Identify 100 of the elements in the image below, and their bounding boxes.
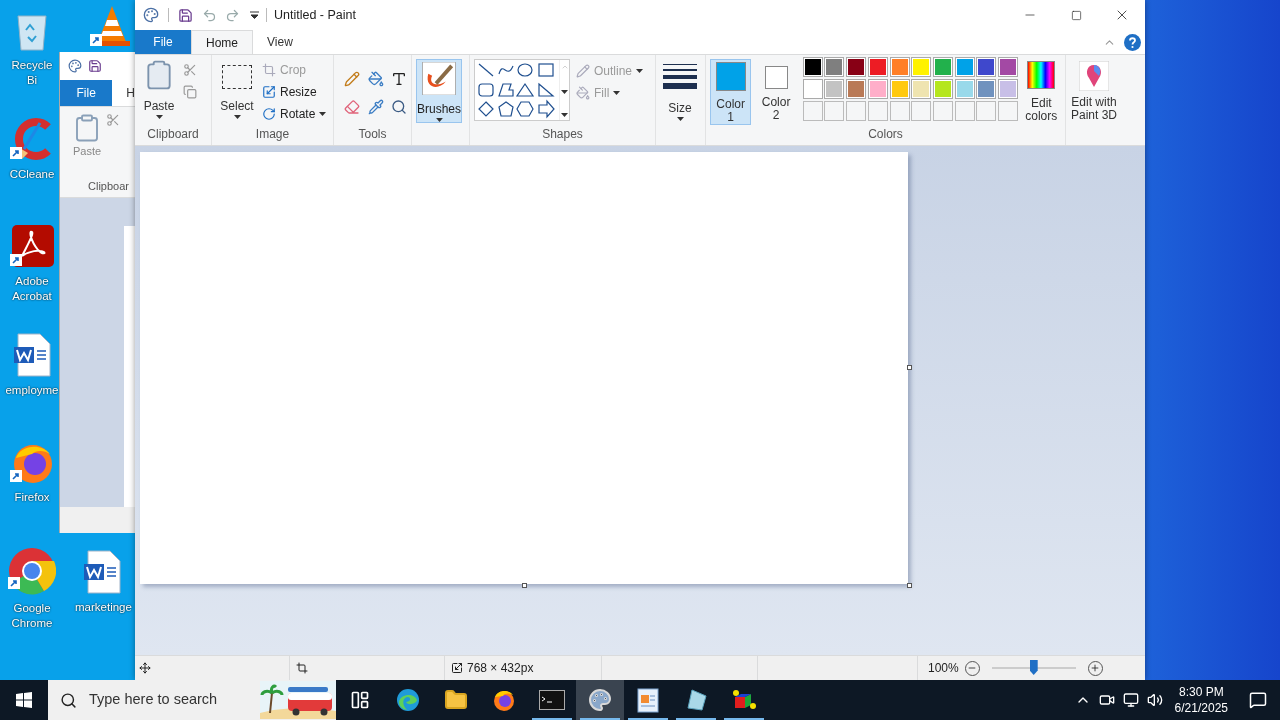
resize-handle[interactable]	[907, 583, 912, 588]
search-field[interactable]: Type here to search	[48, 680, 336, 720]
palette-swatch[interactable]	[846, 57, 867, 77]
caret-icon	[676, 117, 684, 121]
fill-bucket-icon[interactable]	[367, 71, 384, 87]
group-label: Shapes	[541, 127, 584, 143]
pdf-reader-icon[interactable]	[10, 224, 54, 268]
resize-button[interactable]: Resize	[262, 83, 327, 101]
fill-bucket-icon	[576, 86, 590, 100]
undo-icon[interactable]	[202, 7, 217, 23]
running-indicator	[580, 718, 620, 720]
size-button[interactable]: Size	[660, 59, 700, 121]
edit-colors-button[interactable]: Edit colors	[1021, 59, 1061, 123]
palette-swatch[interactable]	[889, 79, 910, 99]
palette-icon[interactable]	[143, 7, 159, 23]
terminal-icon[interactable]	[539, 690, 565, 710]
resize-handle[interactable]	[907, 365, 912, 370]
palette-swatch[interactable]	[802, 57, 823, 77]
color-picker-icon[interactable]	[367, 99, 384, 115]
palette-swatch[interactable]	[997, 79, 1018, 99]
palette-swatch[interactable]	[867, 79, 888, 99]
palette-swatch[interactable]	[932, 79, 953, 99]
resize-icon	[262, 85, 276, 99]
caret-icon	[233, 115, 241, 119]
canvas-size: 768 × 432px	[467, 660, 534, 677]
ribbon-tab[interactable]: View	[253, 30, 307, 54]
shapes-gallery[interactable]	[474, 59, 570, 121]
search-icon	[60, 691, 77, 709]
ribbon-tab[interactable]: Home	[191, 30, 253, 54]
copy-icon[interactable]	[183, 85, 197, 99]
palette-swatch[interactable]	[954, 57, 975, 77]
palette-swatch[interactable]	[802, 79, 823, 99]
file-tab[interactable]: File	[135, 30, 191, 54]
notepad-icon[interactable]	[637, 687, 659, 713]
network-icon[interactable]	[1122, 692, 1139, 708]
caret-icon	[561, 90, 568, 94]
resize-handle[interactable]	[522, 583, 527, 588]
palette-swatch[interactable]	[911, 57, 932, 77]
customize-icon[interactable]	[250, 11, 259, 19]
dashed-rectangle-icon	[222, 65, 252, 89]
caret-icon	[319, 112, 327, 116]
palette-swatch[interactable]	[997, 57, 1018, 77]
zoom-level: 100%	[928, 660, 959, 677]
volume-icon[interactable]	[1146, 692, 1163, 708]
plus-icon	[1090, 663, 1101, 673]
group-label: Colors	[867, 127, 904, 143]
palette-swatch[interactable]	[824, 79, 845, 99]
brush-icon	[422, 62, 456, 96]
camera-icon[interactable]	[1098, 692, 1115, 708]
palette-swatch[interactable]	[932, 57, 953, 77]
folder-icon[interactable]	[444, 688, 468, 712]
palette-swatch[interactable]	[911, 79, 932, 99]
paint-drop-icon	[1079, 61, 1109, 91]
text-tool-icon[interactable]	[391, 71, 408, 87]
palette-swatch[interactable]	[976, 79, 997, 99]
caret-icon	[613, 91, 621, 95]
browser-icon[interactable]	[396, 688, 420, 712]
palette-swatch[interactable]	[976, 57, 997, 77]
group-label: Tools	[357, 127, 388, 143]
running-indicator	[628, 718, 668, 720]
palette-swatch[interactable]	[954, 79, 975, 99]
browser-icon[interactable]	[492, 688, 516, 712]
cut-icon[interactable]	[183, 63, 197, 77]
chrome-icon[interactable]	[8, 547, 56, 595]
cleaner-icon[interactable]	[10, 117, 54, 161]
pencil-icon	[576, 64, 590, 78]
palette-swatch[interactable]	[824, 57, 845, 77]
file-tab[interactable]: File	[60, 80, 113, 106]
save-icon	[88, 59, 102, 73]
rotate-icon	[262, 107, 276, 121]
palette-swatch[interactable]	[867, 57, 888, 77]
glass-pane-icon[interactable]	[684, 688, 708, 712]
task-view-icon[interactable]	[350, 690, 370, 710]
palette-swatch[interactable]	[889, 57, 910, 77]
redo-icon[interactable]	[225, 7, 240, 23]
magnifier-icon[interactable]	[391, 99, 408, 115]
cube-icon[interactable]	[731, 688, 757, 712]
slider-thumb[interactable]	[1029, 660, 1038, 675]
color-slot-button[interactable]: Color 1	[710, 59, 752, 125]
brushes-button[interactable]: Brushes	[416, 59, 462, 123]
caret-icon	[636, 69, 644, 73]
caret-icon	[435, 118, 443, 122]
notification-icon	[1249, 691, 1267, 709]
save-icon[interactable]	[178, 7, 193, 23]
line-thickness-icon	[663, 63, 697, 91]
paste-button[interactable]: Paste	[139, 59, 179, 119]
pencil-icon[interactable]	[344, 71, 360, 87]
active-taskbar-slot[interactable]	[576, 680, 624, 720]
running-indicator	[676, 718, 716, 720]
color-slot-button[interactable]: Color 2	[755, 59, 797, 125]
clock[interactable]: 8:30 PM 6/21/2025	[1166, 684, 1236, 716]
edit-with-paint-3d-button[interactable]: Edit with Paint 3D	[1066, 61, 1122, 122]
eraser-icon[interactable]	[344, 99, 360, 115]
palette-swatch[interactable]	[846, 79, 867, 99]
spectrum-icon	[1027, 61, 1056, 89]
help-icon[interactable]	[1124, 33, 1141, 51]
rotate-button[interactable]: Rotate	[262, 105, 327, 123]
select-button[interactable]: Select	[216, 59, 258, 119]
tab[interactable]: H	[126, 84, 135, 102]
group-label: Image	[254, 127, 291, 143]
